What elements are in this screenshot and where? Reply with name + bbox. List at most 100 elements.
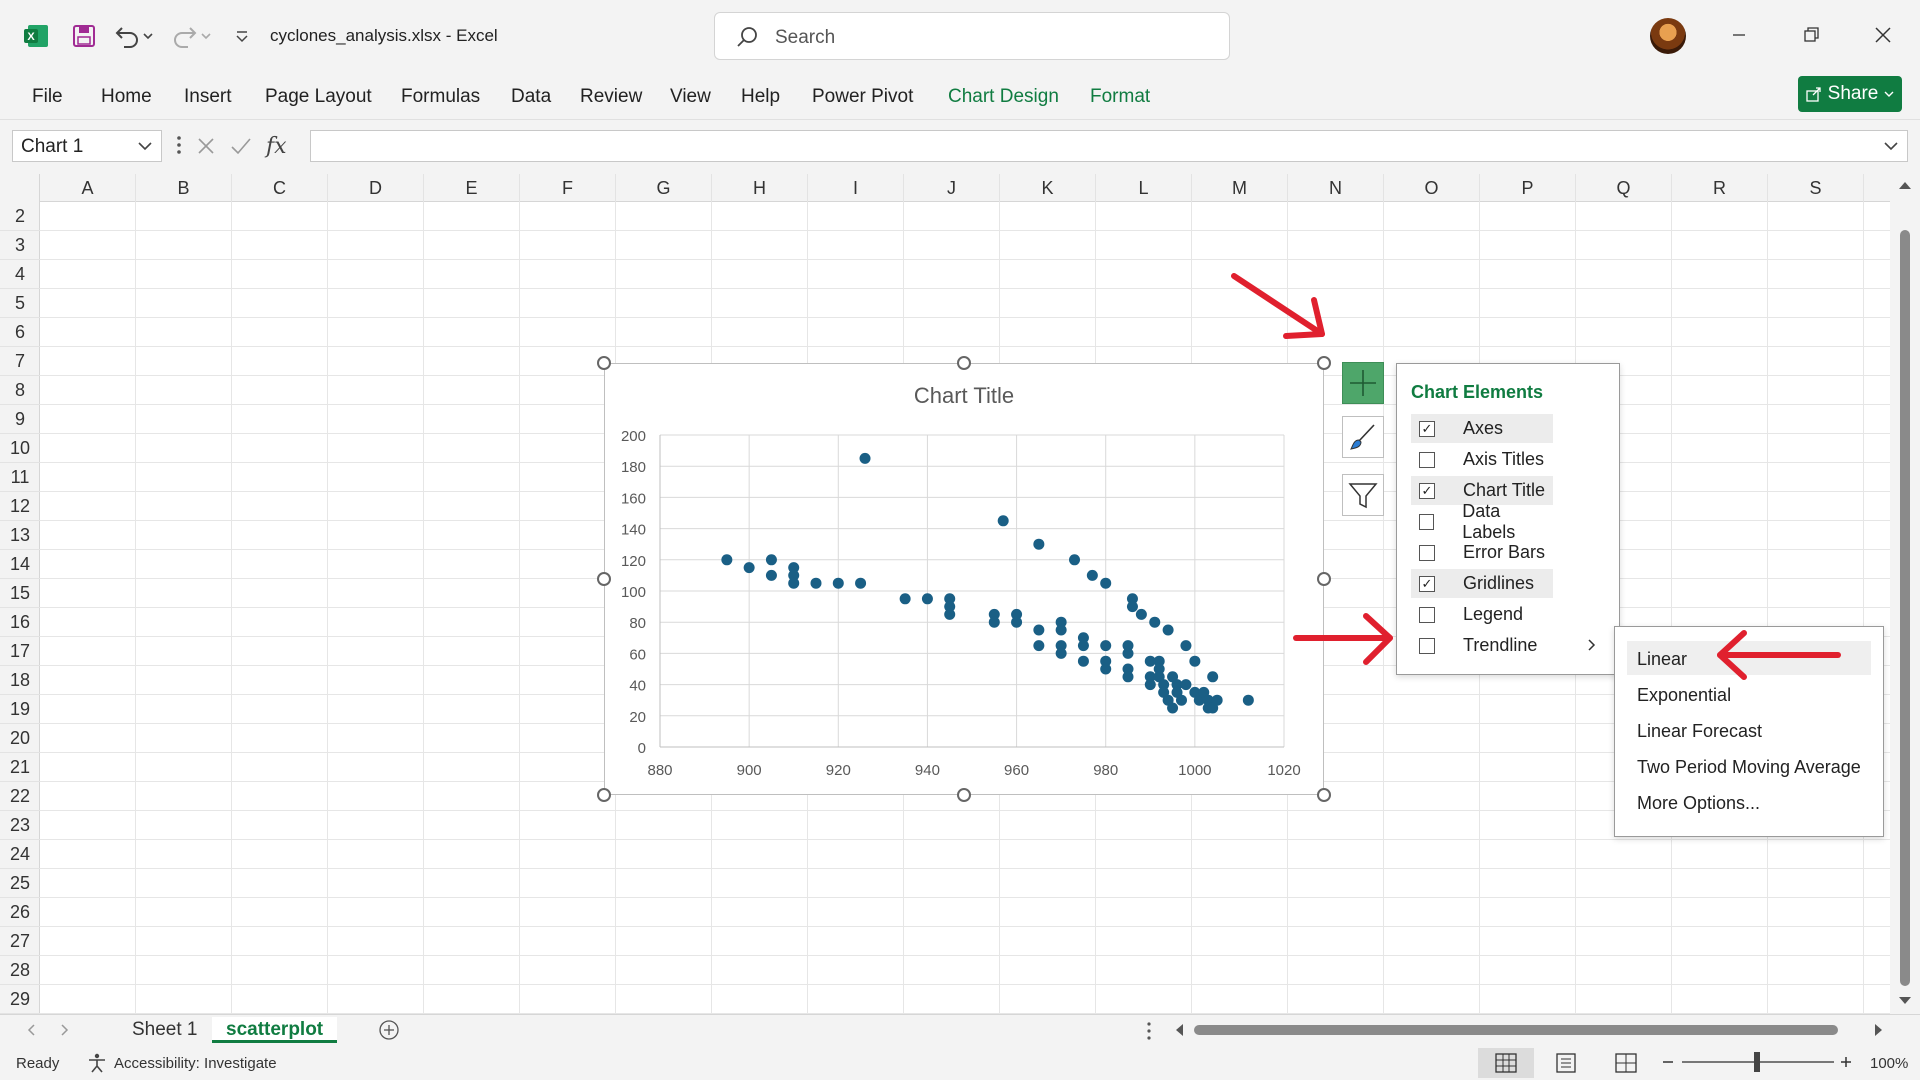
column-header-n[interactable]: N [1288,174,1384,202]
column-header-b[interactable]: B [136,174,232,202]
tab-insert[interactable]: Insert [184,86,232,108]
trendline-more-options[interactable]: More Options... [1627,785,1871,819]
row-header-10[interactable]: 10 [0,434,40,463]
zoom-slider-thumb[interactable] [1754,1052,1760,1072]
row-header-6[interactable]: 6 [0,318,40,347]
user-avatar[interactable] [1650,18,1686,54]
row-header-20[interactable]: 20 [0,724,40,753]
zoom-out-icon[interactable] [1662,1056,1674,1068]
axis-titles-checkbox[interactable] [1419,451,1435,468]
enter-icon[interactable] [230,136,252,156]
row-header-13[interactable]: 13 [0,521,40,550]
tab-view[interactable]: View [670,86,711,108]
resize-handle-top-left[interactable] [597,356,611,370]
row-header-7[interactable]: 7 [0,347,40,376]
column-header-g[interactable]: G [616,174,712,202]
resize-handle-top-right[interactable] [1317,356,1331,370]
normal-view-button[interactable] [1478,1048,1534,1078]
column-header-h[interactable]: H [712,174,808,202]
element-trendline[interactable]: Trendline [1411,631,1553,660]
column-header-f[interactable]: F [520,174,616,202]
column-header-d[interactable]: D [328,174,424,202]
row-header-12[interactable]: 12 [0,492,40,521]
close-icon[interactable] [1868,20,1898,50]
row-header-17[interactable]: 17 [0,637,40,666]
tab-help[interactable]: Help [741,86,780,108]
sheet-tab-scatterplot[interactable]: scatterplot [212,1017,338,1043]
zoom-in-icon[interactable] [1840,1056,1852,1068]
row-header-24[interactable]: 24 [0,840,40,869]
save-icon[interactable] [70,22,98,50]
row-header-16[interactable]: 16 [0,608,40,637]
resize-handle-right[interactable] [1317,572,1331,586]
restore-icon[interactable] [1796,20,1826,50]
chevron-right-icon[interactable] [1587,636,1597,657]
resize-handle-top[interactable] [957,356,971,370]
row-header-22[interactable]: 22 [0,782,40,811]
row-header-8[interactable]: 8 [0,376,40,405]
tab-chart-design[interactable]: Chart Design [948,86,1059,108]
column-header-o[interactable]: O [1384,174,1480,202]
row-header-4[interactable]: 4 [0,260,40,289]
scroll-down-icon[interactable] [1898,996,1912,1006]
column-header-j[interactable]: J [904,174,1000,202]
row-header-27[interactable]: 27 [0,927,40,956]
trendline-linear-forecast[interactable]: Linear Forecast [1627,713,1871,747]
error-bars-checkbox[interactable] [1419,544,1435,561]
element-legend[interactable]: Legend [1411,600,1553,629]
accessibility-icon[interactable] [86,1052,108,1074]
column-header-c[interactable]: C [232,174,328,202]
tab-data[interactable]: Data [511,86,551,108]
more-options-icon[interactable] [1146,1021,1152,1041]
row-header-18[interactable]: 18 [0,666,40,695]
column-header-m[interactable]: M [1192,174,1288,202]
redo-icon[interactable] [170,22,212,50]
chart-filters-button[interactable] [1342,474,1384,516]
more-options-icon[interactable] [176,134,182,161]
search-box[interactable]: Search [714,12,1230,60]
scatter-chart[interactable]: Chart Title 0 20 40 60 80 100 120 140 160 180 200 88… [604,363,1324,795]
resize-handle-left[interactable] [597,572,611,586]
horizontal-scroll-thumb[interactable] [1194,1025,1838,1035]
column-header-l[interactable]: L [1096,174,1192,202]
element-error-bars[interactable]: Error Bars [1411,538,1553,567]
name-box[interactable]: Chart 1 [12,130,162,162]
chart-title-checkbox[interactable]: ✓ [1419,482,1435,499]
row-header-5[interactable]: 5 [0,289,40,318]
row-header-2[interactable]: 2 [0,202,40,231]
trendline-two-period-moving-average[interactable]: Two Period Moving Average [1627,749,1871,783]
select-all-corner[interactable] [0,174,40,202]
row-header-25[interactable]: 25 [0,869,40,898]
legend-checkbox[interactable] [1419,606,1435,623]
element-gridlines[interactable]: ✓ Gridlines [1411,569,1553,598]
chevron-down-icon[interactable] [1883,138,1899,159]
scroll-left-icon[interactable] [1174,1023,1184,1037]
page-layout-view-button[interactable] [1538,1048,1594,1078]
sheet-tab-sheet1[interactable]: Sheet 1 [118,1017,212,1043]
row-header-15[interactable]: 15 [0,579,40,608]
axes-checkbox[interactable]: ✓ [1419,420,1435,437]
row-header-29[interactable]: 29 [0,985,40,1014]
chart-elements-button[interactable] [1342,362,1384,404]
tab-power-pivot[interactable]: Power Pivot [812,86,913,108]
tab-review[interactable]: Review [580,86,642,108]
minimize-icon[interactable] [1724,20,1754,50]
column-header-r[interactable]: R [1672,174,1768,202]
gridlines-checkbox[interactable]: ✓ [1419,575,1435,592]
resize-handle-bottom[interactable] [957,788,971,802]
row-header-3[interactable]: 3 [0,231,40,260]
column-header-i[interactable]: I [808,174,904,202]
column-header-e[interactable]: E [424,174,520,202]
tab-formulas[interactable]: Formulas [401,86,480,108]
data-labels-checkbox[interactable] [1419,513,1435,530]
row-header-26[interactable]: 26 [0,898,40,927]
row-header-9[interactable]: 9 [0,405,40,434]
column-header-s[interactable]: S [1768,174,1864,202]
column-header-a[interactable]: A [40,174,136,202]
row-header-21[interactable]: 21 [0,753,40,782]
resize-handle-bottom-left[interactable] [597,788,611,802]
formula-input[interactable] [310,130,1908,162]
row-header-19[interactable]: 19 [0,695,40,724]
share-button[interactable]: Share [1798,76,1902,112]
vertical-scroll-thumb[interactable] [1900,230,1910,986]
